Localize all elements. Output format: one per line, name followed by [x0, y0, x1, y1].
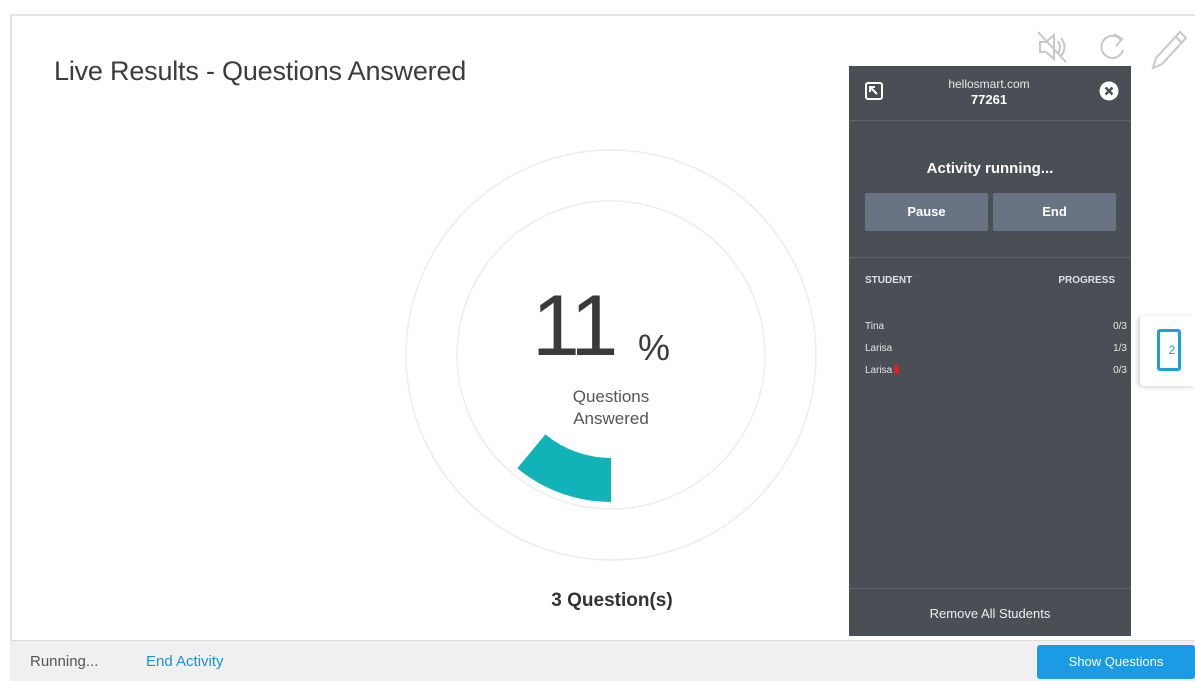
percent-value: 11	[532, 278, 618, 374]
student-progress: 0/3	[1113, 365, 1127, 376]
questions-answered-label: Questions Answered	[540, 386, 682, 430]
end-button[interactable]: End	[993, 193, 1116, 231]
panel-divider	[849, 257, 1131, 258]
end-activity-link[interactable]: End Activity	[146, 653, 224, 670]
student-name: Larisa	[865, 343, 893, 354]
student-progress: 0/3	[1113, 321, 1127, 332]
progress-column-header: PROGRESS	[1058, 275, 1115, 286]
mute-icon[interactable]	[1034, 28, 1072, 71]
student-row: Larisa 0/3	[865, 365, 1127, 385]
top-border	[10, 14, 1195, 16]
session-site: hellosmart.com	[948, 77, 1030, 91]
session-code: 77261	[970, 92, 1008, 107]
refresh-icon[interactable]	[1094, 28, 1130, 71]
question-count: 3 Question(s)	[551, 590, 673, 611]
device-count-tab[interactable]: 2	[1140, 316, 1195, 386]
student-name: Tina	[865, 321, 885, 332]
panel-divider	[849, 588, 1131, 589]
student-progress: 1/3	[1113, 343, 1127, 354]
footer-bar: Running... End Activity Show Questions	[10, 640, 1195, 681]
panel-divider	[849, 120, 1131, 121]
donut-progress-arc	[517, 434, 611, 502]
left-border	[10, 14, 12, 640]
percent-symbol: %	[638, 327, 671, 368]
pause-button[interactable]: Pause	[865, 193, 988, 231]
show-questions-button[interactable]: Show Questions	[1037, 645, 1195, 679]
label-line-1: Questions	[572, 387, 650, 406]
running-status: Running...	[30, 653, 99, 670]
label-line-2: Answered	[573, 409, 649, 428]
student-column-header: STUDENT	[865, 275, 913, 286]
student-name-text: Larisa	[865, 365, 893, 376]
expand-icon[interactable]	[865, 82, 883, 100]
device-count: 2	[1168, 343, 1176, 357]
activity-panel: hellosmart.com 77261 Activity running...…	[849, 66, 1131, 636]
pencil-icon[interactable]	[1150, 28, 1190, 77]
activity-status: Activity running...	[926, 160, 1054, 177]
student-name: Larisa	[865, 365, 900, 376]
device-icon: 2	[1157, 329, 1181, 371]
page-title: Live Results - Questions Answered	[54, 56, 467, 86]
student-row: Larisa 1/3	[865, 343, 1127, 363]
student-row: Tina 0/3	[865, 321, 1127, 341]
remove-all-students-button[interactable]: Remove All Students	[849, 606, 1131, 621]
close-icon[interactable]	[1099, 81, 1119, 101]
flag-icon	[894, 365, 900, 374]
